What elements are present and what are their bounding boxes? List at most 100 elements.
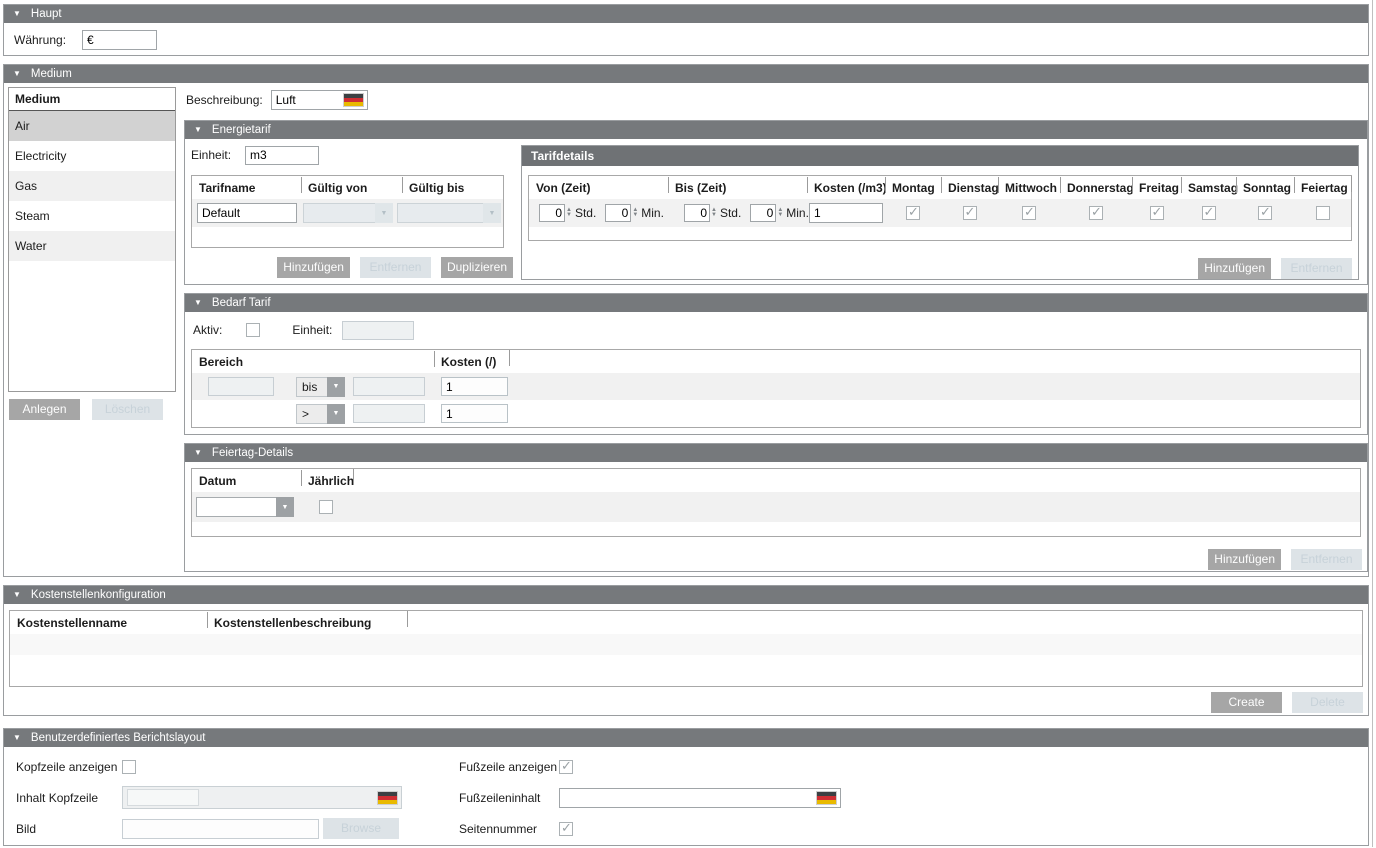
mittwoch-checkbox[interactable] xyxy=(1022,206,1036,220)
dropdown-arrow-icon[interactable]: ▼ xyxy=(483,203,501,223)
tarifdetails-panel: Tarifdetails Von (Zeit) Bis (Zeit) Koste… xyxy=(521,145,1359,280)
dropdown-arrow-icon[interactable]: ▼ xyxy=(327,377,345,397)
bereich-bis-input[interactable] xyxy=(353,377,425,396)
bis-min-stepper[interactable]: ▲▼ xyxy=(750,204,783,222)
tarif-entfernen-button[interactable]: Entfernen xyxy=(360,257,431,278)
seitennummer-label: Seitennummer xyxy=(459,822,559,836)
bedarf-kosten-input[interactable] xyxy=(441,377,508,396)
samstag-checkbox[interactable] xyxy=(1202,206,1216,220)
list-item-electricity[interactable]: Electricity xyxy=(9,141,175,171)
inhalt-kopfzeile-field[interactable] xyxy=(122,786,402,809)
bedarf-table: Bereich Kosten (/) bis ▼ xyxy=(191,349,1361,428)
german-flag-icon[interactable] xyxy=(344,94,363,106)
section-header-energietarif[interactable]: ▼ Energietarif xyxy=(185,121,1367,139)
jaehrlich-checkbox[interactable] xyxy=(319,500,333,514)
bereich-operator-dropdown[interactable]: > ▼ xyxy=(296,404,345,424)
von-std-stepper[interactable]: ▲▼ xyxy=(539,204,572,222)
datum-dropdown[interactable]: ▼ xyxy=(196,497,294,517)
collapse-triangle-icon[interactable]: ▼ xyxy=(194,449,202,457)
dropdown-arrow-icon[interactable]: ▼ xyxy=(327,404,345,424)
bild-input[interactable] xyxy=(122,819,319,839)
bedarf-kosten-input[interactable] xyxy=(441,404,508,423)
section-header-haupt[interactable]: ▼ Haupt xyxy=(4,5,1368,23)
collapse-triangle-icon[interactable]: ▼ xyxy=(13,10,21,18)
inhalt-kopfzeile-inner-input[interactable] xyxy=(127,789,199,806)
dropdown-arrow-icon[interactable]: ▼ xyxy=(276,497,294,517)
german-flag-icon[interactable] xyxy=(378,792,397,804)
bereich-bis-input[interactable] xyxy=(353,404,425,423)
spinner-down-icon[interactable]: ▼ xyxy=(777,213,783,218)
anlegen-button[interactable]: Anlegen xyxy=(9,399,80,420)
von-min-stepper[interactable]: ▲▼ xyxy=(605,204,638,222)
collapse-triangle-icon[interactable]: ▼ xyxy=(13,70,21,78)
loeschen-button[interactable]: Löschen xyxy=(92,399,163,420)
spinner-down-icon[interactable]: ▼ xyxy=(711,213,717,218)
bis-std-stepper[interactable]: ▲▼ xyxy=(684,204,717,222)
feiertag-checkbox[interactable] xyxy=(1316,206,1330,220)
bis-std-input[interactable] xyxy=(684,204,710,222)
einheit-input[interactable] xyxy=(245,146,319,165)
tarifdetails-hinzufuegen-button[interactable]: Hinzufügen xyxy=(1198,258,1271,279)
kosten-input[interactable] xyxy=(809,203,883,223)
section-energietarif: ▼ Energietarif Einheit: Tarifname xyxy=(184,120,1368,285)
bedarf-einheit-input[interactable] xyxy=(342,321,414,340)
kopfzeile-anzeigen-label: Kopfzeile anzeigen xyxy=(16,760,122,774)
spinner-down-icon[interactable]: ▼ xyxy=(566,213,572,218)
tarifdetails-entfernen-button[interactable]: Entfernen xyxy=(1281,258,1352,279)
section-header-bedarf[interactable]: ▼ Bedarf Tarif xyxy=(185,294,1367,312)
feiertag-hinzufuegen-button[interactable]: Hinzufügen xyxy=(1208,549,1281,570)
seitennummer-checkbox[interactable] xyxy=(559,822,573,836)
freitag-checkbox[interactable] xyxy=(1150,206,1164,220)
column-header-montag: Montag xyxy=(885,181,941,195)
von-std-input[interactable] xyxy=(539,204,565,222)
gueltig-von-dropdown[interactable]: ▼ xyxy=(303,203,393,223)
page: ▼ Haupt Währung: ▼ Medium Medium Air Ele… xyxy=(0,0,1376,847)
montag-checkbox[interactable] xyxy=(906,206,920,220)
waehrung-input[interactable] xyxy=(82,30,157,50)
dropdown-arrow-icon[interactable]: ▼ xyxy=(375,203,393,223)
spinner-down-icon[interactable]: ▼ xyxy=(632,213,638,218)
tarifname-input[interactable] xyxy=(197,203,297,223)
bis-min-input[interactable] xyxy=(750,204,776,222)
column-header-donnerstag: Donnerstag xyxy=(1060,181,1132,195)
von-min-input[interactable] xyxy=(605,204,631,222)
sonntag-checkbox[interactable] xyxy=(1258,206,1272,220)
section-header-berichtslayout[interactable]: ▼ Benutzerdefiniertes Berichtslayout xyxy=(4,729,1368,747)
kopfzeile-anzeigen-checkbox[interactable] xyxy=(122,760,136,774)
section-header-medium[interactable]: ▼ Medium xyxy=(4,65,1368,83)
section-header-feiertag[interactable]: ▼ Feiertag-Details xyxy=(185,444,1367,462)
list-item-gas[interactable]: Gas xyxy=(9,171,175,201)
feiertag-row: ▼ xyxy=(192,492,1360,522)
column-header-bis: Bis (Zeit) xyxy=(668,181,807,195)
donnerstag-checkbox[interactable] xyxy=(1089,206,1103,220)
section-header-kostenstellen[interactable]: ▼ Kostenstellenkonfiguration xyxy=(4,586,1368,604)
collapse-triangle-icon[interactable]: ▼ xyxy=(194,299,202,307)
list-item-air[interactable]: Air xyxy=(9,111,175,141)
collapse-triangle-icon[interactable]: ▼ xyxy=(194,126,202,134)
collapse-triangle-icon[interactable]: ▼ xyxy=(13,591,21,599)
tarif-duplizieren-button[interactable]: Duplizieren xyxy=(441,257,513,278)
collapse-triangle-icon[interactable]: ▼ xyxy=(13,734,21,742)
section-feiertag-details: ▼ Feiertag-Details Datum Jährlich ▼ xyxy=(184,443,1368,572)
create-button[interactable]: Create xyxy=(1211,692,1282,713)
bereich-von-input[interactable] xyxy=(208,377,274,396)
list-item-water[interactable]: Water xyxy=(9,231,175,261)
feiertag-entfernen-button[interactable]: Entfernen xyxy=(1291,549,1362,570)
bereich-operator-dropdown[interactable]: bis ▼ xyxy=(296,377,345,397)
fusszeileninhalt-input[interactable] xyxy=(559,788,841,808)
column-header-kostenstellenbeschreibung: Kostenstellenbeschreibung xyxy=(207,616,407,630)
aktiv-checkbox[interactable] xyxy=(246,323,260,337)
delete-button[interactable]: Delete xyxy=(1292,692,1363,713)
gueltig-bis-dropdown[interactable]: ▼ xyxy=(397,203,501,223)
medium-list-header: Medium xyxy=(9,88,175,111)
column-header-samstag: Samstag xyxy=(1181,181,1236,195)
fusszeile-anzeigen-checkbox[interactable] xyxy=(559,760,573,774)
waehrung-label: Währung: xyxy=(14,33,66,47)
german-flag-icon[interactable] xyxy=(817,792,836,804)
section-title-kostenstellen: Kostenstellenkonfiguration xyxy=(31,589,166,601)
operator-value: > xyxy=(296,404,327,424)
browse-button[interactable]: Browse xyxy=(323,818,399,839)
dienstag-checkbox[interactable] xyxy=(963,206,977,220)
tarif-hinzufuegen-button[interactable]: Hinzufügen xyxy=(277,257,350,278)
list-item-steam[interactable]: Steam xyxy=(9,201,175,231)
